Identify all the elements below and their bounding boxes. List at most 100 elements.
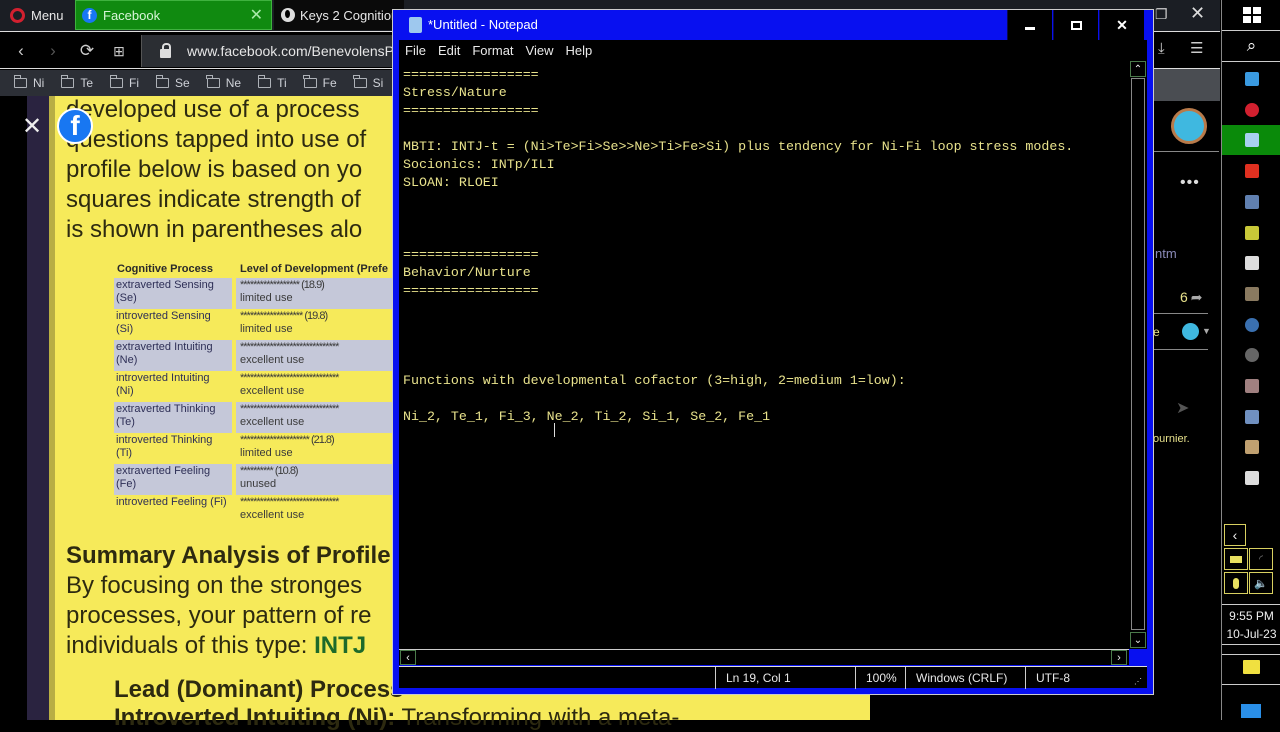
scroll-up-button[interactable]: ⌃ <box>1130 61 1146 77</box>
clock-time[interactable]: 9:55 PM <box>1222 609 1280 623</box>
taskbar-app-gimp[interactable] <box>1222 279 1280 309</box>
divider <box>1152 313 1208 314</box>
tab-label: Facebook <box>103 7 161 23</box>
maximize-icon <box>1070 20 1082 30</box>
show-hidden-icons-button[interactable]: ‹ <box>1224 524 1246 546</box>
folder-icon <box>13 75 27 88</box>
folder-icon <box>60 75 75 88</box>
planets-icon <box>1244 440 1259 455</box>
folder-icon <box>257 75 272 88</box>
bookmark-folder[interactable]: Ne <box>206 75 242 90</box>
notepad-text-area[interactable]: ================= Stress/Nature ==========… <box>399 60 1129 649</box>
dropdown-arrow-icon[interactable]: ▼ <box>1202 326 1211 336</box>
link-text[interactable]: ntm <box>1155 246 1177 261</box>
share-count-value: 6 <box>1180 289 1188 305</box>
taskbar-app-planets[interactable] <box>1222 432 1280 462</box>
bookmark-folder[interactable]: Fi <box>109 75 139 90</box>
taskbar-app-network-tool[interactable] <box>1222 402 1280 432</box>
settings-icon <box>1244 471 1259 486</box>
back-button[interactable]: ‹ <box>8 38 34 64</box>
resize-grip-icon[interactable]: ⋰ <box>1134 677 1142 686</box>
menu-edit[interactable]: Edit <box>432 43 466 58</box>
bookmark-folder[interactable]: Fe <box>303 75 337 90</box>
strength-stars: ********** (10.8) <box>240 465 299 477</box>
strength-stars: ****************************** <box>240 372 339 384</box>
maximize-button[interactable] <box>1053 10 1098 40</box>
taskbar-app-edge-legacy[interactable] <box>1222 64 1280 94</box>
close-button[interactable]: ✕ <box>1099 10 1144 40</box>
commenter-avatar[interactable] <box>1182 323 1199 340</box>
lock-icon <box>160 42 171 58</box>
bookmark-folder[interactable]: Ti <box>257 75 287 90</box>
start-button[interactable] <box>1222 0 1280 30</box>
taskbar-app-settings[interactable] <box>1222 463 1280 493</box>
text-line: Stress/Nature <box>403 85 507 100</box>
bookmark-folder[interactable]: Ni <box>13 75 44 90</box>
vertical-scrollbar[interactable]: ⌃ ⌄ <box>1129 60 1147 649</box>
scroll-right-button[interactable]: › <box>1111 650 1127 665</box>
bookmark-folder[interactable]: Te <box>60 75 93 90</box>
taskbar-app-inkscape[interactable] <box>1222 371 1280 401</box>
divider <box>1152 349 1208 350</box>
minimize-button[interactable] <box>1007 10 1052 40</box>
strength-stars: ****************************** <box>240 403 339 415</box>
page-avatar[interactable] <box>1171 108 1207 144</box>
tab-keys-2-cognition[interactable]: Keys 2 Cognition <box>274 0 404 30</box>
taskbar-app-calculator[interactable] <box>1222 248 1280 278</box>
menu-help[interactable]: Help <box>559 43 598 58</box>
bookmark-label: Ne <box>225 76 242 90</box>
close-browser-icon[interactable]: ✕ <box>1190 3 1205 24</box>
scroll-left-button[interactable]: ‹ <box>400 650 416 665</box>
level-text: unused <box>240 478 277 490</box>
easy-setup-icon[interactable]: ☰ <box>1190 39 1203 57</box>
close-tab-icon[interactable]: ✕ <box>250 5 263 25</box>
wifi-icon[interactable]: ◜ <box>1249 548 1273 570</box>
taskbar-app-opera[interactable] <box>1222 95 1280 125</box>
scroll-down-button[interactable]: ⌄ <box>1130 632 1146 648</box>
bookmark-folder[interactable]: Si <box>353 75 383 90</box>
action-center-icon[interactable] <box>1243 660 1260 674</box>
show-desktop-icon[interactable] <box>1241 704 1261 718</box>
taskbar-app-obs[interactable] <box>1222 340 1280 370</box>
restore-window-icon[interactable]: ❐ <box>1155 6 1168 23</box>
microphone-icon[interactable] <box>1224 572 1248 594</box>
menu-view[interactable]: View <box>520 43 560 58</box>
strength-stars: ********************* (21.8) <box>240 434 335 446</box>
bookmark-folder[interactable]: Se <box>155 75 190 90</box>
summary-line: individuals of this type: INTJ <box>66 632 366 660</box>
menu-format[interactable]: Format <box>466 43 519 58</box>
send-icon[interactable]: ➤ <box>1176 398 1189 418</box>
taskbar-app-spreadsheet-1[interactable] <box>1222 187 1280 217</box>
folder-icon <box>155 75 170 88</box>
tab-facebook[interactable]: f Facebook ✕ <box>75 0 272 30</box>
search-button[interactable]: ⌕ <box>1222 31 1280 61</box>
scroll-track[interactable] <box>1131 78 1145 630</box>
taskbar-app-notepad[interactable] <box>1222 125 1280 156</box>
volume-icon[interactable]: 🔈 <box>1249 572 1273 594</box>
opera-menu-button[interactable]: Menu <box>0 0 74 30</box>
taskbar-app-wps-office[interactable] <box>1222 156 1280 186</box>
table-row: introverted Sensing (Si) ****************… <box>114 309 396 340</box>
horizontal-scrollbar[interactable]: ‹ › <box>399 649 1129 665</box>
facebook-chat-bubble-icon[interactable]: f <box>57 108 93 144</box>
taskbar-app-spreadsheet-2[interactable] <box>1222 218 1280 248</box>
share-icon[interactable]: ➦ <box>1191 289 1203 305</box>
close-photo-icon[interactable]: ✕ <box>22 112 42 141</box>
menu-file[interactable]: File <box>399 43 432 58</box>
window-title: *Untitled - Notepad <box>428 17 538 32</box>
taskbar-app-browser-globe[interactable] <box>1222 310 1280 340</box>
clock-date[interactable]: 10-Jul-23 <box>1222 627 1280 641</box>
summary-text: individuals of this type: <box>66 632 315 659</box>
level-text: excellent use <box>240 416 305 428</box>
speed-dial-icon[interactable]: ⊞ <box>106 38 132 64</box>
battery-icon[interactable] <box>1224 548 1248 570</box>
text-line: ================= <box>403 247 539 262</box>
process-cell: introverted Intuiting (Ni) <box>116 372 210 397</box>
forward-button[interactable]: › <box>40 38 66 64</box>
url-text: www.facebook.com/BenevolensPsi <box>187 43 405 59</box>
more-options-icon[interactable]: ••• <box>1180 174 1200 192</box>
download-icon[interactable]: ⤓ <box>1158 40 1165 57</box>
notepad-menu-bar: File Edit Format View Help <box>399 40 1147 60</box>
reload-button[interactable]: ⟳ <box>74 38 100 64</box>
globe-icon <box>281 8 295 22</box>
